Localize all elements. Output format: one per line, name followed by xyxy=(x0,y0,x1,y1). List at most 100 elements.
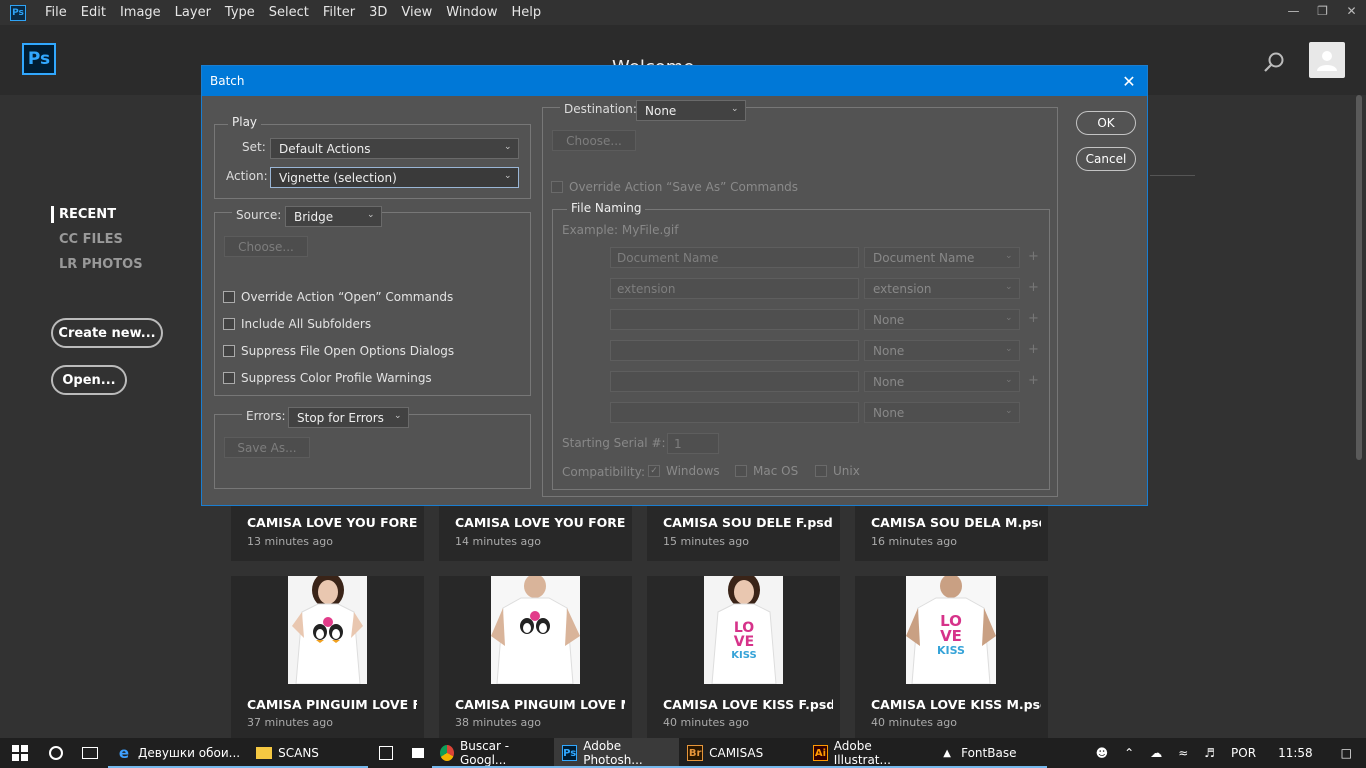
naming-field-1[interactable]: Document Name xyxy=(610,247,859,268)
people-icon[interactable]: ☻ xyxy=(1088,746,1117,760)
set-label: Set: xyxy=(242,140,266,154)
windows-checkbox[interactable]: ✓ Windows xyxy=(648,464,720,478)
save-as-button[interactable]: Save As... xyxy=(224,437,310,458)
volume-icon[interactable]: ♬ xyxy=(1196,746,1223,760)
naming-select-5[interactable]: None ⌄ xyxy=(864,371,1020,392)
source-select[interactable]: Bridge ⌄ xyxy=(285,206,382,227)
create-new-button[interactable]: Create new... xyxy=(51,318,163,348)
taskbar-store[interactable] xyxy=(368,738,404,768)
checkbox[interactable] xyxy=(735,465,747,477)
search-icon[interactable] xyxy=(1263,51,1285,73)
naming-field-3[interactable] xyxy=(610,309,859,330)
recent-file-card[interactable]: CAMISA PINGUIM LOVE F... 37 minutes ago xyxy=(231,576,424,738)
chevron-up-icon[interactable]: ⌃ xyxy=(1116,746,1142,760)
menu-filter[interactable]: Filter xyxy=(316,0,362,25)
errors-select[interactable]: Stop for Errors ⌄ xyxy=(288,407,409,428)
naming-select-2[interactable]: extension ⌄ xyxy=(864,278,1020,299)
avatar[interactable] xyxy=(1309,42,1345,78)
checkbox[interactable]: ✓ xyxy=(648,465,660,477)
menu-select[interactable]: Select xyxy=(262,0,316,25)
source-choose-button[interactable]: Choose... xyxy=(224,236,308,257)
notification-icon[interactable]: □ xyxy=(1327,746,1366,760)
menu-window[interactable]: Window xyxy=(439,0,504,25)
nav-recent[interactable]: RECENT xyxy=(59,207,116,222)
cortana-button[interactable] xyxy=(40,738,72,768)
svg-text:VE: VE xyxy=(940,627,962,645)
naming-select-6[interactable]: None ⌄ xyxy=(864,402,1020,423)
menu-edit[interactable]: Edit xyxy=(74,0,113,25)
menu-type[interactable]: Type xyxy=(218,0,262,25)
unix-checkbox[interactable]: Unix xyxy=(815,464,860,478)
recent-file-card[interactable]: CAMISA SOU DELA M.psd 16 minutes ago xyxy=(855,505,1048,561)
recent-file-card[interactable]: CAMISA LOVE YOU FORE... 14 minutes ago xyxy=(439,505,632,561)
naming-field-2[interactable]: extension xyxy=(610,278,859,299)
checkbox[interactable] xyxy=(551,181,563,193)
taskbar-app-illustrator[interactable]: Ai Adobe Illustrat... xyxy=(805,738,932,768)
naming-field-5[interactable] xyxy=(610,371,859,392)
start-button[interactable] xyxy=(0,738,40,768)
taskbar-app-explorer[interactable]: SCANS xyxy=(248,738,369,768)
taskbar-app-bridge[interactable]: Br CAMISAS xyxy=(679,738,806,768)
cancel-button[interactable]: Cancel xyxy=(1076,147,1136,171)
suppress-open-options-checkbox[interactable]: Suppress File Open Options Dialogs xyxy=(223,344,454,358)
set-select[interactable]: Default Actions ⌄ xyxy=(270,138,519,159)
destination-select[interactable]: None ⌄ xyxy=(636,100,746,121)
naming-select-4[interactable]: None ⌄ xyxy=(864,340,1020,361)
dialog-titlebar[interactable]: Batch ✕ xyxy=(202,66,1147,96)
clock[interactable]: 11:58 xyxy=(1264,746,1327,760)
menu-file[interactable]: File xyxy=(38,0,74,25)
onedrive-icon[interactable]: ☁ xyxy=(1142,746,1170,760)
chevron-down-icon: ⌄ xyxy=(504,171,512,181)
chevron-down-icon: ⌄ xyxy=(504,142,512,152)
taskbar-app-edge[interactable]: e Девушки обои... xyxy=(108,738,249,768)
naming-field-4[interactable] xyxy=(610,340,859,361)
menu-3d[interactable]: 3D xyxy=(362,0,394,25)
taskbar-app-chrome[interactable]: Buscar - Googl... xyxy=(432,738,555,768)
file-title: CAMISA LOVE KISS F.psd xyxy=(663,697,833,712)
minimize-icon[interactable]: — xyxy=(1279,0,1308,22)
nav-cc-files[interactable]: CC FILES xyxy=(59,232,123,247)
checkbox[interactable] xyxy=(223,318,235,330)
recent-file-card[interactable]: LO VE KISS CAMISA LOVE KISS M.psd 40 min… xyxy=(855,576,1048,738)
nav-lr-photos[interactable]: LR PHOTOS xyxy=(59,257,143,272)
suppress-color-profile-checkbox[interactable]: Suppress Color Profile Warnings xyxy=(223,371,432,385)
restore-icon[interactable]: ❐ xyxy=(1308,0,1337,22)
action-select[interactable]: Vignette (selection) ⌄ xyxy=(270,167,519,188)
recent-file-card[interactable]: CAMISA SOU DELE F.psd 15 minutes ago xyxy=(647,505,840,561)
naming-select-3[interactable]: None ⌄ xyxy=(864,309,1020,330)
taskbar-app-photoshop[interactable]: Ps Adobe Photosh... xyxy=(554,738,680,768)
destination-choose-button[interactable]: Choose... xyxy=(552,130,636,151)
menu-view[interactable]: View xyxy=(394,0,439,25)
file-time: 38 minutes ago xyxy=(455,716,541,729)
naming-select-1[interactable]: Document Name ⌄ xyxy=(864,247,1020,268)
override-save-as-checkbox[interactable]: Override Action “Save As” Commands xyxy=(551,180,798,194)
checkbox[interactable] xyxy=(223,291,235,303)
menu-help[interactable]: Help xyxy=(505,0,549,25)
language-indicator[interactable]: POR xyxy=(1223,746,1264,760)
file-title: CAMISA SOU DELA M.psd xyxy=(871,515,1041,530)
scrollbar[interactable] xyxy=(1356,95,1362,460)
task-view-button[interactable] xyxy=(72,738,108,768)
recent-file-card[interactable]: LO VE KISS CAMISA LOVE KISS F.psd 40 min… xyxy=(647,576,840,738)
menu-layer[interactable]: Layer xyxy=(168,0,218,25)
taskbar-app-fontbase[interactable]: ▲ FontBase xyxy=(931,738,1048,768)
ok-button[interactable]: OK xyxy=(1076,111,1136,135)
checkbox[interactable] xyxy=(223,345,235,357)
macos-checkbox[interactable]: Mac OS xyxy=(735,464,798,478)
recent-file-card[interactable]: CAMISA PINGUIM LOVE M... 38 minutes ago xyxy=(439,576,632,738)
taskbar-mail[interactable] xyxy=(404,738,432,768)
recent-file-card[interactable]: CAMISA LOVE YOU FORE... 13 minutes ago xyxy=(231,505,424,561)
naming-field-6[interactable] xyxy=(610,402,859,423)
wifi-icon[interactable]: ≈ xyxy=(1170,746,1196,760)
file-time: 13 minutes ago xyxy=(247,535,333,548)
open-button[interactable]: Open... xyxy=(51,365,127,395)
serial-input[interactable]: 1 xyxy=(667,433,719,454)
include-subfolders-checkbox[interactable]: Include All Subfolders xyxy=(223,317,371,331)
checkbox[interactable] xyxy=(223,372,235,384)
file-title: CAMISA PINGUIM LOVE M... xyxy=(455,697,625,712)
close-icon[interactable]: ✕ xyxy=(1119,71,1139,91)
override-open-checkbox[interactable]: Override Action “Open” Commands xyxy=(223,290,453,304)
checkbox[interactable] xyxy=(815,465,827,477)
menu-image[interactable]: Image xyxy=(113,0,168,25)
close-window-icon[interactable]: ✕ xyxy=(1337,0,1366,22)
